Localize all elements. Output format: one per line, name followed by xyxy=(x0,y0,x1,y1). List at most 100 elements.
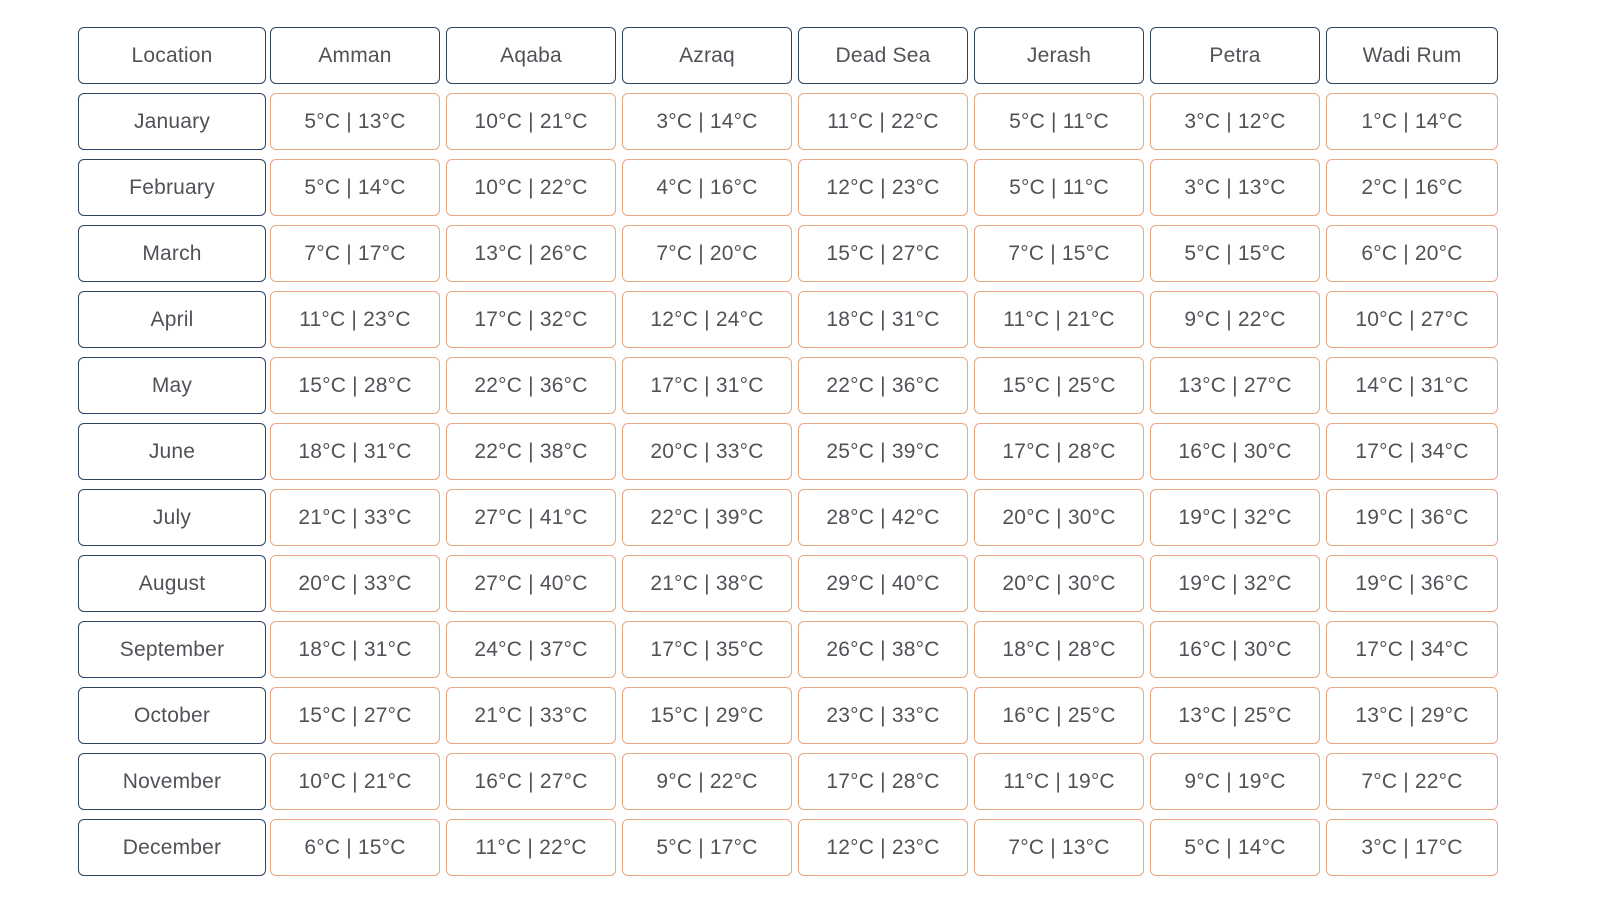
temp-cell-september-wadi-rum: 17°C | 34°C xyxy=(1326,621,1498,678)
temp-cell-december-amman: 6°C | 15°C xyxy=(270,819,440,876)
temp-cell-march-petra: 5°C | 15°C xyxy=(1150,225,1320,282)
temp-cell-september-dead-sea: 26°C | 38°C xyxy=(798,621,968,678)
temp-cell-november-dead-sea: 17°C | 28°C xyxy=(798,753,968,810)
temp-cell-february-dead-sea: 12°C | 23°C xyxy=(798,159,968,216)
row-header-december: December xyxy=(78,819,266,876)
temp-cell-june-dead-sea: 25°C | 39°C xyxy=(798,423,968,480)
temp-cell-october-azraq: 15°C | 29°C xyxy=(622,687,792,744)
row-header-march: March xyxy=(78,225,266,282)
temp-cell-january-aqaba: 10°C | 21°C xyxy=(446,93,616,150)
temp-cell-november-amman: 10°C | 21°C xyxy=(270,753,440,810)
temp-cell-may-dead-sea: 22°C | 36°C xyxy=(798,357,968,414)
row-header-april: April xyxy=(78,291,266,348)
temp-cell-november-aqaba: 16°C | 27°C xyxy=(446,753,616,810)
temp-cell-june-amman: 18°C | 31°C xyxy=(270,423,440,480)
row-header-june: June xyxy=(78,423,266,480)
temp-cell-may-wadi-rum: 14°C | 31°C xyxy=(1326,357,1498,414)
column-header-location: Location xyxy=(78,27,266,84)
temp-cell-march-wadi-rum: 6°C | 20°C xyxy=(1326,225,1498,282)
temp-cell-august-aqaba: 27°C | 40°C xyxy=(446,555,616,612)
temp-cell-july-jerash: 20°C | 30°C xyxy=(974,489,1144,546)
temp-cell-july-petra: 19°C | 32°C xyxy=(1150,489,1320,546)
temp-cell-january-wadi-rum: 1°C | 14°C xyxy=(1326,93,1498,150)
temp-cell-february-azraq: 4°C | 16°C xyxy=(622,159,792,216)
temp-cell-april-petra: 9°C | 22°C xyxy=(1150,291,1320,348)
temp-cell-march-jerash: 7°C | 15°C xyxy=(974,225,1144,282)
temp-cell-february-amman: 5°C | 14°C xyxy=(270,159,440,216)
temp-cell-september-jerash: 18°C | 28°C xyxy=(974,621,1144,678)
temp-cell-august-petra: 19°C | 32°C xyxy=(1150,555,1320,612)
temp-cell-january-dead-sea: 11°C | 22°C xyxy=(798,93,968,150)
temp-cell-may-aqaba: 22°C | 36°C xyxy=(446,357,616,414)
temp-cell-june-jerash: 17°C | 28°C xyxy=(974,423,1144,480)
row-header-july: July xyxy=(78,489,266,546)
temp-cell-april-wadi-rum: 10°C | 27°C xyxy=(1326,291,1498,348)
temp-cell-april-amman: 11°C | 23°C xyxy=(270,291,440,348)
temperature-table: Location Amman Aqaba Azraq Dead Sea Jerash Pet… xyxy=(78,27,1532,879)
temp-cell-april-aqaba: 17°C | 32°C xyxy=(446,291,616,348)
column-header-amman: Amman xyxy=(270,27,440,84)
temp-cell-july-amman: 21°C | 33°C xyxy=(270,489,440,546)
column-header-aqaba: Aqaba xyxy=(446,27,616,84)
row-header-october: October xyxy=(78,687,266,744)
temp-cell-july-azraq: 22°C | 39°C xyxy=(622,489,792,546)
temp-cell-december-azraq: 5°C | 17°C xyxy=(622,819,792,876)
temp-cell-april-dead-sea: 18°C | 31°C xyxy=(798,291,968,348)
column-header-wadi-rum: Wadi Rum xyxy=(1326,27,1498,84)
temp-cell-september-amman: 18°C | 31°C xyxy=(270,621,440,678)
temp-cell-august-wadi-rum: 19°C | 36°C xyxy=(1326,555,1498,612)
row-header-february: February xyxy=(78,159,266,216)
row-header-january: January xyxy=(78,93,266,150)
temp-cell-december-dead-sea: 12°C | 23°C xyxy=(798,819,968,876)
column-header-azraq: Azraq xyxy=(622,27,792,84)
temp-cell-august-dead-sea: 29°C | 40°C xyxy=(798,555,968,612)
temp-cell-march-azraq: 7°C | 20°C xyxy=(622,225,792,282)
column-header-dead-sea: Dead Sea xyxy=(798,27,968,84)
row-header-may: May xyxy=(78,357,266,414)
temp-cell-december-petra: 5°C | 14°C xyxy=(1150,819,1320,876)
temp-cell-october-wadi-rum: 13°C | 29°C xyxy=(1326,687,1498,744)
temp-cell-october-aqaba: 21°C | 33°C xyxy=(446,687,616,744)
temp-cell-january-azraq: 3°C | 14°C xyxy=(622,93,792,150)
temp-cell-january-amman: 5°C | 13°C xyxy=(270,93,440,150)
temp-cell-june-petra: 16°C | 30°C xyxy=(1150,423,1320,480)
temp-cell-may-amman: 15°C | 28°C xyxy=(270,357,440,414)
temp-cell-november-azraq: 9°C | 22°C xyxy=(622,753,792,810)
temp-cell-january-jerash: 5°C | 11°C xyxy=(974,93,1144,150)
row-header-november: November xyxy=(78,753,266,810)
temp-cell-june-aqaba: 22°C | 38°C xyxy=(446,423,616,480)
row-header-september: September xyxy=(78,621,266,678)
temp-cell-february-aqaba: 10°C | 22°C xyxy=(446,159,616,216)
temp-cell-october-dead-sea: 23°C | 33°C xyxy=(798,687,968,744)
temp-cell-august-jerash: 20°C | 30°C xyxy=(974,555,1144,612)
temp-cell-december-wadi-rum: 3°C | 17°C xyxy=(1326,819,1498,876)
temp-cell-april-jerash: 11°C | 21°C xyxy=(974,291,1144,348)
temp-cell-january-petra: 3°C | 12°C xyxy=(1150,93,1320,150)
temp-cell-march-aqaba: 13°C | 26°C xyxy=(446,225,616,282)
temp-cell-july-wadi-rum: 19°C | 36°C xyxy=(1326,489,1498,546)
column-header-jerash: Jerash xyxy=(974,27,1144,84)
temp-cell-december-aqaba: 11°C | 22°C xyxy=(446,819,616,876)
temp-cell-november-wadi-rum: 7°C | 22°C xyxy=(1326,753,1498,810)
temp-cell-july-dead-sea: 28°C | 42°C xyxy=(798,489,968,546)
temp-cell-september-aqaba: 24°C | 37°C xyxy=(446,621,616,678)
temp-cell-february-petra: 3°C | 13°C xyxy=(1150,159,1320,216)
temp-cell-november-petra: 9°C | 19°C xyxy=(1150,753,1320,810)
temp-cell-may-azraq: 17°C | 31°C xyxy=(622,357,792,414)
temp-cell-february-jerash: 5°C | 11°C xyxy=(974,159,1144,216)
temp-cell-march-amman: 7°C | 17°C xyxy=(270,225,440,282)
temp-cell-september-petra: 16°C | 30°C xyxy=(1150,621,1320,678)
temp-cell-june-wadi-rum: 17°C | 34°C xyxy=(1326,423,1498,480)
temp-cell-february-wadi-rum: 2°C | 16°C xyxy=(1326,159,1498,216)
temp-cell-november-jerash: 11°C | 19°C xyxy=(974,753,1144,810)
temp-cell-march-dead-sea: 15°C | 27°C xyxy=(798,225,968,282)
row-header-august: August xyxy=(78,555,266,612)
temp-cell-july-aqaba: 27°C | 41°C xyxy=(446,489,616,546)
temp-cell-october-petra: 13°C | 25°C xyxy=(1150,687,1320,744)
temp-cell-may-jerash: 15°C | 25°C xyxy=(974,357,1144,414)
temp-cell-august-azraq: 21°C | 38°C xyxy=(622,555,792,612)
temp-cell-june-azraq: 20°C | 33°C xyxy=(622,423,792,480)
temp-cell-may-petra: 13°C | 27°C xyxy=(1150,357,1320,414)
temp-cell-october-amman: 15°C | 27°C xyxy=(270,687,440,744)
temp-cell-december-jerash: 7°C | 13°C xyxy=(974,819,1144,876)
